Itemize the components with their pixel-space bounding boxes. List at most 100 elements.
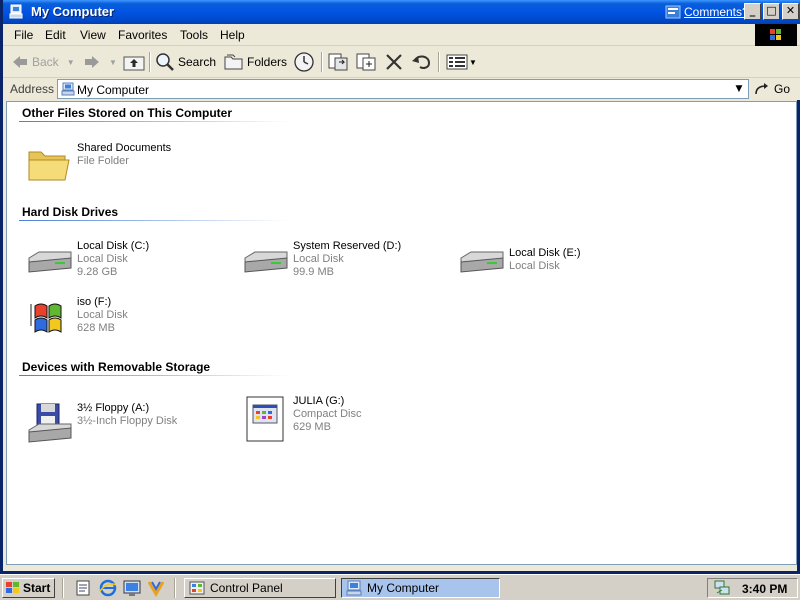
toolbar-separator	[438, 52, 440, 72]
start-label: Start	[23, 581, 51, 595]
item-name: Shared Documents	[77, 142, 172, 154]
julia-g-item[interactable]: JULIA (G:) Compact Disc 629 MB	[241, 395, 451, 445]
views-button[interactable]: ▼	[446, 51, 477, 73]
toolbar-separator	[149, 52, 151, 72]
iso-f-item[interactable]: iso (F:) Local Disk 628 MB	[25, 296, 235, 346]
group-divider	[19, 220, 289, 221]
windows-flag-icon	[6, 582, 19, 593]
back-label: Back	[32, 55, 59, 69]
forward-dropdown-icon[interactable]: ▼	[109, 58, 117, 67]
floppy-drive-icon	[28, 403, 72, 443]
maximize-button[interactable]: □	[763, 3, 780, 20]
address-input[interactable]: My Computer ▼	[57, 79, 749, 99]
system-reserved-d-item[interactable]: System Reserved (D:) Local Disk 99.9 MB	[241, 240, 451, 290]
comments-link[interactable]: Comments?	[684, 5, 749, 19]
windows-flag-icon	[30, 303, 62, 333]
toolbar-separator	[321, 52, 323, 72]
menu-favorites[interactable]: Favorites	[118, 28, 167, 42]
file-view[interactable]: Other Files Stored on This Computer Shar…	[6, 101, 797, 565]
standard-toolbar: Back ▼ ▼ Search Folders ▼	[3, 46, 800, 78]
address-label: Address	[10, 82, 55, 96]
address-value: My Computer	[77, 83, 150, 97]
close-button[interactable]: ✕	[782, 3, 799, 20]
media-player-icon[interactable]	[147, 579, 165, 597]
task-control-panel[interactable]: Control Panel	[184, 578, 336, 598]
folders-button[interactable]: Folders	[224, 51, 287, 73]
item-size: 629 MB	[293, 421, 331, 433]
item-name: Local Disk (C:)	[77, 240, 150, 252]
network-icon[interactable]	[713, 580, 731, 596]
cd-autorun-icon	[246, 396, 284, 442]
task-label: My Computer	[367, 581, 440, 595]
task-my-computer[interactable]: My Computer	[341, 578, 500, 598]
views-dropdown-icon[interactable]: ▼	[469, 58, 477, 67]
taskbar: Start Control Panel My Computer 3:40 PM	[0, 574, 800, 600]
item-size: 9.28 GB	[77, 266, 118, 278]
menu-bar: File Edit View Favorites Tools Help	[3, 24, 800, 46]
delete-x-icon	[386, 54, 402, 70]
folders-icon	[224, 54, 243, 70]
go-button[interactable]: Go	[754, 80, 790, 98]
internet-explorer-icon[interactable]	[99, 579, 117, 597]
menu-tools[interactable]: Tools	[180, 28, 208, 42]
search-label: Search	[178, 55, 217, 69]
floppy-a-item[interactable]: 3½ Floppy (A:) 3½-Inch Floppy Disk	[25, 402, 235, 452]
undo-button[interactable]	[411, 51, 433, 73]
minimize-button[interactable]: _	[744, 3, 761, 20]
forward-button[interactable]: ▼	[83, 51, 117, 73]
move-to-button[interactable]	[327, 51, 349, 73]
address-bar: Address My Computer ▼ Go	[3, 78, 800, 100]
notepad-icon[interactable]	[74, 579, 92, 597]
window-title: My Computer	[31, 4, 115, 19]
item-type: File Folder	[77, 155, 129, 167]
menu-help[interactable]: Help	[220, 28, 245, 42]
clock[interactable]: 3:40 PM	[742, 582, 787, 596]
folder-up-icon	[123, 56, 145, 71]
title-bar[interactable]: My Computer Comments? _ □ ✕	[3, 0, 800, 24]
views-icon	[446, 54, 468, 70]
shared-documents-item[interactable]: Shared Documents File Folder	[25, 142, 235, 192]
item-name: iso (F:)	[77, 296, 112, 308]
explorer-window: My Computer Comments? _ □ ✕ File Edit Vi…	[0, 0, 800, 574]
group-header: Hard Disk Drives	[22, 205, 119, 219]
hard-disk-icon	[244, 251, 288, 273]
hard-disk-icon	[460, 251, 504, 273]
group-divider	[19, 375, 289, 376]
comments-icon[interactable]	[665, 4, 681, 20]
up-button[interactable]	[123, 51, 145, 73]
back-dropdown-icon[interactable]: ▼	[67, 58, 75, 67]
move-to-icon	[328, 53, 348, 71]
folders-label: Folders	[247, 55, 288, 69]
folder-icon	[28, 151, 70, 181]
search-button[interactable]: Search	[155, 51, 216, 73]
start-button[interactable]: Start	[2, 578, 55, 598]
menu-view[interactable]: View	[80, 28, 106, 42]
my-computer-icon	[9, 4, 23, 19]
system-tray: 3:40 PM	[707, 578, 798, 598]
go-label: Go	[774, 82, 791, 96]
item-type: Local Disk	[77, 253, 128, 265]
forward-arrow-icon	[85, 56, 99, 68]
item-size: 628 MB	[77, 322, 115, 334]
taskbar-separator	[174, 578, 176, 598]
delete-button[interactable]	[384, 51, 404, 73]
my-computer-icon	[346, 580, 362, 596]
group-header: Other Files Stored on This Computer	[22, 106, 233, 120]
local-disk-c-item[interactable]: Local Disk (C:) Local Disk 9.28 GB	[25, 240, 235, 290]
back-button[interactable]: Back ▼	[11, 51, 75, 73]
item-type: Local Disk	[77, 309, 128, 321]
item-name: 3½ Floppy (A:)	[77, 402, 150, 414]
control-panel-icon	[189, 581, 205, 595]
menu-edit[interactable]: Edit	[45, 28, 66, 42]
back-arrow-icon	[13, 56, 27, 68]
item-type: Compact Disc	[293, 408, 362, 420]
undo-icon	[412, 55, 431, 69]
history-button[interactable]	[293, 51, 315, 73]
copy-to-button[interactable]	[355, 51, 377, 73]
local-disk-e-item[interactable]: Local Disk (E:) Local Disk	[457, 247, 667, 297]
item-name: Local Disk (E:)	[509, 247, 581, 259]
menu-file[interactable]: File	[14, 28, 33, 42]
show-desktop-icon[interactable]	[123, 579, 141, 597]
item-type: Local Disk	[293, 253, 344, 265]
address-dropdown-icon[interactable]: ▼	[731, 81, 747, 97]
